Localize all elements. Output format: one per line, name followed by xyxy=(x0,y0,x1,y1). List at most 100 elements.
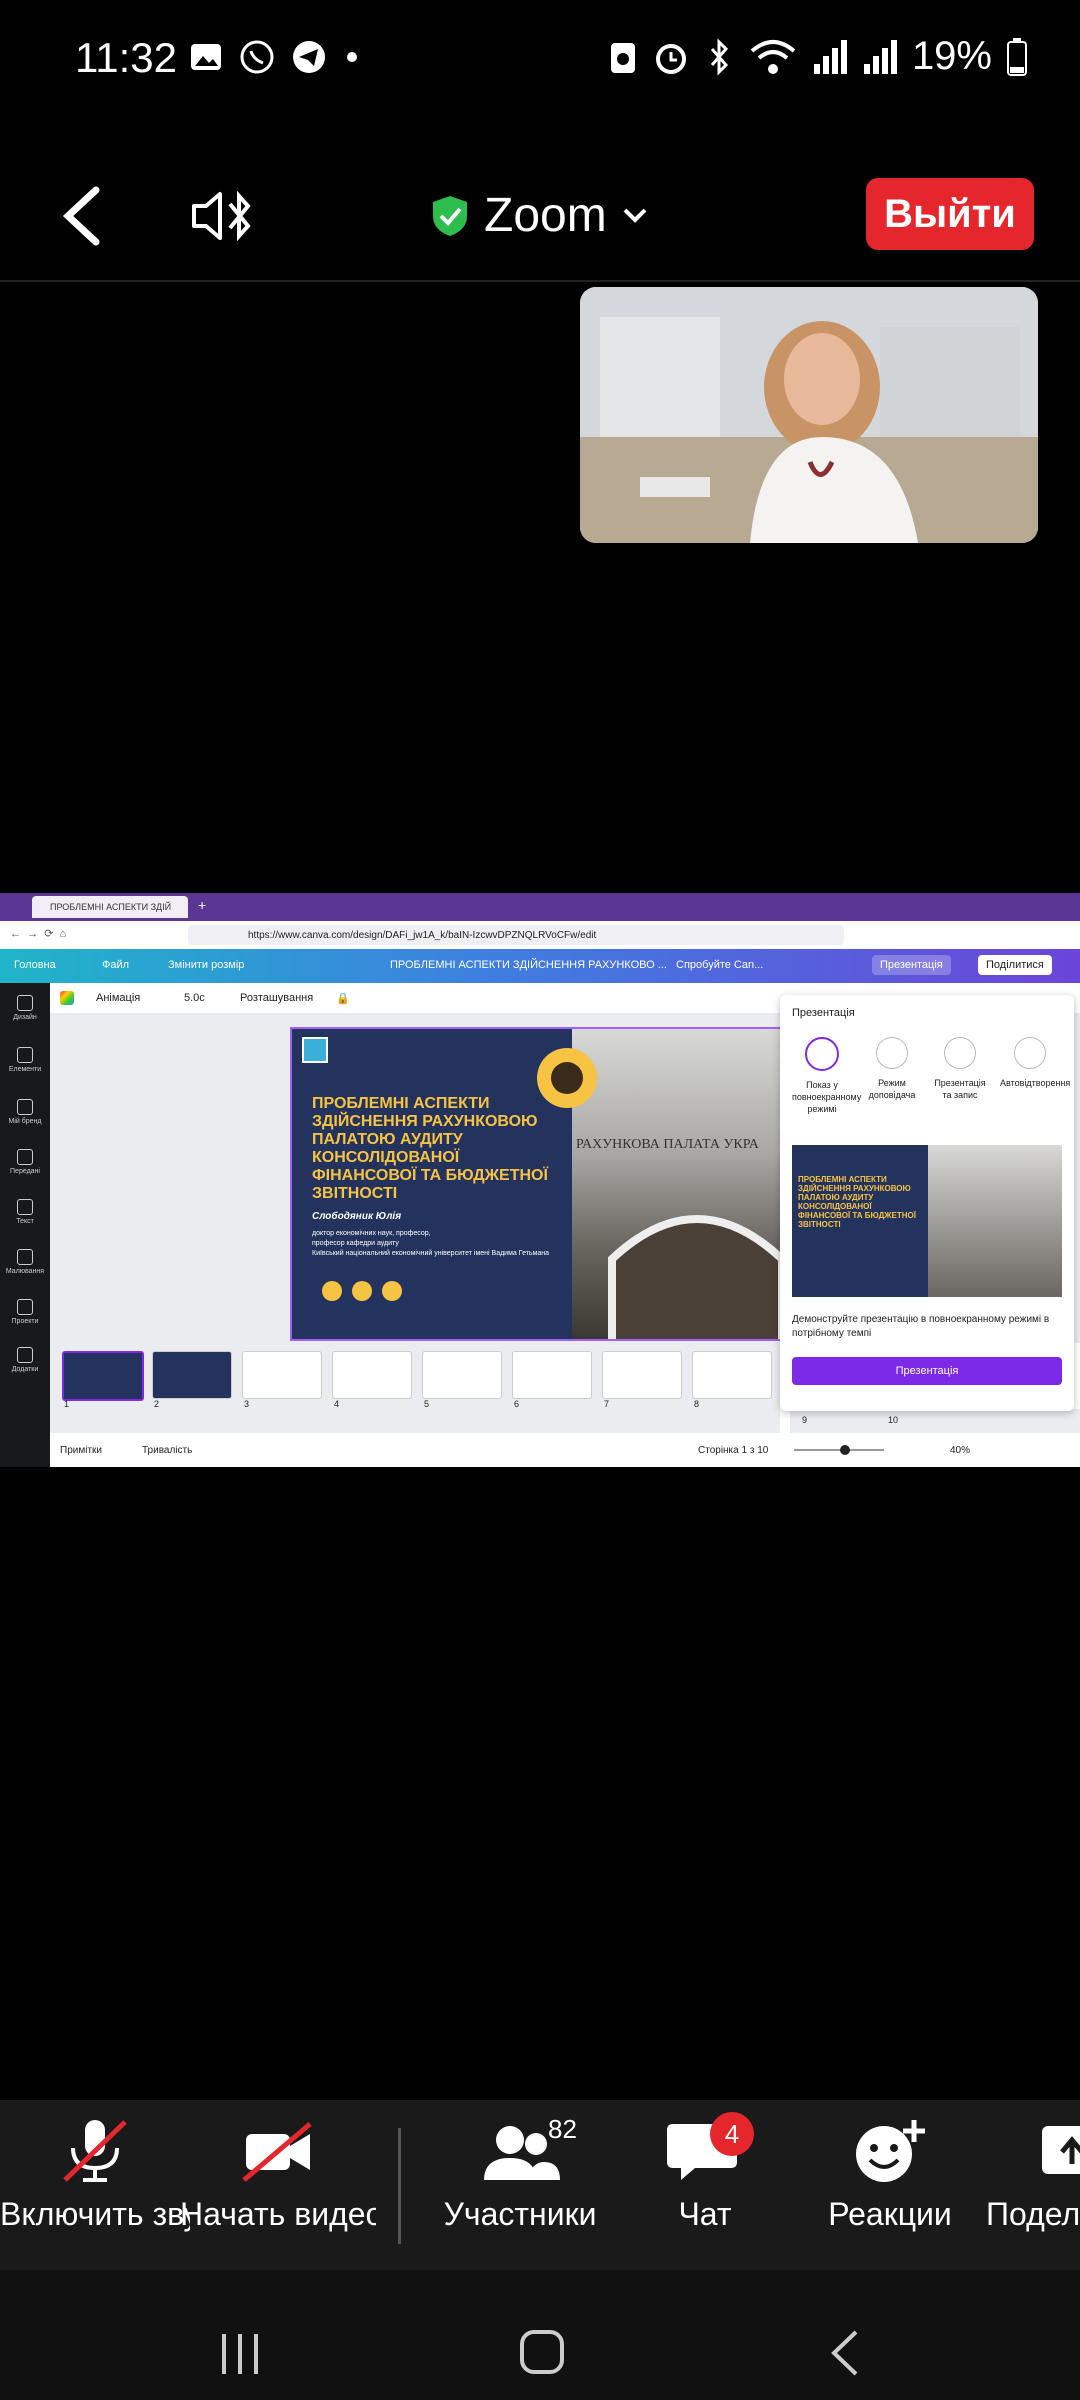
option-fullscreen[interactable]: Показ у повноекранному режимі xyxy=(792,1037,861,1115)
animation-button[interactable]: Анімація xyxy=(96,992,140,1004)
color-icon[interactable] xyxy=(60,991,74,1005)
present-description: Демонструйте презентацію в повноекранном… xyxy=(792,1314,1050,1339)
canva-file-menu[interactable]: Файл xyxy=(102,959,129,971)
slide-subtitle: доктор економічних наук, професор, профе… xyxy=(312,1230,550,1257)
present-preview: ПРОБЛЕМНІ АСПЕКТИ ЗДІЙСНЕННЯ РАХУНКОВОЮ … xyxy=(792,1145,1062,1297)
zoom-slider-handle[interactable] xyxy=(840,1445,850,1455)
toolbar-divider xyxy=(398,2128,401,2244)
alarm-icon xyxy=(655,43,686,74)
unmute-button[interactable]: Включить звук xyxy=(0,2118,190,2233)
option-present-record[interactable]: Презентація та запис xyxy=(930,1037,990,1101)
thumbnail-overflow: 9 10 xyxy=(790,1409,1080,1433)
wifi-icon xyxy=(750,39,796,74)
duration-button[interactable]: 5.0с xyxy=(184,992,205,1004)
battery-saver-icon xyxy=(610,42,635,73)
thumbnail-3[interactable] xyxy=(242,1351,322,1399)
lock-icon[interactable]: 🔒 xyxy=(336,992,350,1005)
reactions-button[interactable]: Реакции xyxy=(820,2118,960,2233)
notes-button[interactable]: Примітки xyxy=(60,1445,102,1456)
thumbnail-6[interactable] xyxy=(512,1351,592,1399)
sidebar-item-text[interactable]: Текст xyxy=(0,1199,50,1225)
chevron-down-icon xyxy=(623,208,647,223)
thumbnail-8[interactable] xyxy=(692,1351,772,1399)
start-video-button[interactable]: Начать видео xyxy=(180,2118,376,2233)
current-slide[interactable]: ПРОБЛЕМНІ АСПЕКТИ ЗДІЙСНЕННЯ РАХУНКОВОЮ … xyxy=(290,1027,820,1341)
sidebar-item-draw[interactable]: Малювання xyxy=(0,1249,50,1275)
thumbnail-number: 6 xyxy=(514,1399,520,1409)
back-nav-icon[interactable] xyxy=(826,2328,866,2378)
chat-badge: 4 xyxy=(710,2112,754,2156)
sunflower-icon xyxy=(537,1048,597,1108)
browser-url-bar: ← → ⟳ ⌂ https://www.canva.com/design/DAF… xyxy=(0,921,1080,950)
canva-resize-button[interactable]: Змінити розмір xyxy=(168,959,244,971)
canva-bottom-bar: Примітки Тривалість Сторінка 1 з 10 40% xyxy=(50,1433,1080,1467)
present-panel: Презентація Показ у повноекранному режим… xyxy=(780,995,1074,1411)
zoom-slider[interactable] xyxy=(794,1449,884,1451)
canva-present-button[interactable]: Презентація xyxy=(872,955,951,975)
sidebar-item-brand[interactable]: Мій бренд xyxy=(0,1099,50,1125)
start-video-label: Начать видео xyxy=(180,2196,376,2232)
sidebar-item-apps[interactable]: Додатки xyxy=(0,1347,50,1373)
option-autoplay[interactable]: Автовідтворення xyxy=(1000,1037,1070,1089)
thumbnail-number: 8 xyxy=(694,1399,700,1409)
chat-button[interactable]: 4 Чат xyxy=(648,2112,762,2233)
meeting-title: Zoom xyxy=(484,189,607,242)
option-presenter-mode[interactable]: Режим доповідача xyxy=(862,1037,922,1101)
battery-percent: 19% xyxy=(911,34,992,78)
status-bar: 11:32 19% xyxy=(0,0,1080,120)
leave-button[interactable]: Выйти xyxy=(866,178,1034,250)
thumbnail-number: 10 xyxy=(888,1415,899,1425)
gallery-icon xyxy=(191,44,221,70)
thumbnail-number: 2 xyxy=(154,1399,160,1409)
sidebar-item-projects[interactable]: Проекти xyxy=(0,1299,50,1325)
recent-apps-icon[interactable] xyxy=(216,2332,266,2376)
smiley-plus-icon xyxy=(856,2120,925,2182)
shared-screen: ПРОБЛЕМНІ АСПЕКТИ ЗДІЙ + ← → ⟳ ⌂ https:/… xyxy=(0,893,1080,1467)
home-icon[interactable] xyxy=(518,2328,566,2376)
thumbnail-1[interactable] xyxy=(62,1351,144,1401)
status-time: 11:32 xyxy=(75,34,177,81)
shield-check-icon xyxy=(433,195,467,236)
thumbnail-2[interactable] xyxy=(152,1351,232,1399)
slide-title: ПРОБЛЕМНІ АСПЕКТИ ЗДІЙСНЕННЯ РАХУНКОВОЮ … xyxy=(312,1095,548,1202)
unmute-label: Включить звук xyxy=(0,2196,190,2232)
position-button[interactable]: Розташування xyxy=(240,992,313,1004)
canva-doc-title[interactable]: ПРОБЛЕМНІ АСПЕКТИ ЗДІЙСНЕННЯ РАХУНКОВО .… xyxy=(390,959,667,971)
canva-home-link[interactable]: Головна xyxy=(14,959,56,971)
slide-thumbnails: 1 2 3 4 5 6 7 8 xyxy=(50,1343,780,1433)
thumbnail-5[interactable] xyxy=(422,1351,502,1399)
sidebar-item-elements[interactable]: Елементи xyxy=(0,1047,50,1073)
android-nav-bar xyxy=(0,2270,1080,2400)
participant-video[interactable] xyxy=(580,287,1038,543)
slide-author: Слободяник Юлія xyxy=(312,1211,402,1222)
new-tab-icon[interactable]: + xyxy=(198,897,206,913)
status-right: 19% xyxy=(608,34,1028,79)
speaker-bluetooth-icon[interactable] xyxy=(190,186,256,246)
dot-icon xyxy=(347,52,357,62)
thumbnail-number: 1 xyxy=(64,1399,70,1409)
thumbnail-number: 7 xyxy=(604,1399,610,1409)
preview-title: ПРОБЛЕМНІ АСПЕКТИ ЗДІЙСНЕННЯ РАХУНКОВОЮ … xyxy=(798,1175,916,1229)
canva-try-pro[interactable]: Спробуйте Can... xyxy=(676,959,763,971)
browser-tab[interactable]: ПРОБЛЕМНІ АСПЕКТИ ЗДІЙ xyxy=(32,896,188,918)
thumbnail-number: 5 xyxy=(424,1399,430,1409)
building-sign: РАХУНКОВА ПАЛАТА УКРА xyxy=(576,1137,759,1152)
meeting-title-dropdown[interactable]: Zoom xyxy=(430,188,649,243)
duration-toggle[interactable]: Тривалість xyxy=(142,1445,192,1456)
address-field[interactable]: https://www.canva.com/design/DAFi_jw1A_k… xyxy=(188,925,844,945)
sidebar-item-uploads[interactable]: Передані xyxy=(0,1149,50,1175)
signal-icon-2 xyxy=(863,39,897,74)
canva-sidebar: Дизайн Елементи Мій бренд Передані Текст… xyxy=(0,983,50,1467)
bluetooth-icon xyxy=(710,37,728,76)
thumbnail-7[interactable] xyxy=(602,1351,682,1399)
back-arrow-icon[interactable] xyxy=(58,186,104,246)
share-button[interactable]: Поделиться xyxy=(986,2118,1080,2233)
nav-buttons-icon[interactable]: ← → ⟳ ⌂ xyxy=(10,927,66,940)
chat-label: Чат xyxy=(678,2196,732,2232)
sidebar-item-design[interactable]: Дизайн xyxy=(0,995,50,1021)
canva-share-button[interactable]: Поділитися xyxy=(978,955,1052,975)
participants-button[interactable]: 82 Участники xyxy=(430,2114,610,2233)
present-start-button[interactable]: Презентація xyxy=(792,1357,1062,1385)
thumbnail-4[interactable] xyxy=(332,1351,412,1399)
logo-icon xyxy=(302,1037,328,1063)
